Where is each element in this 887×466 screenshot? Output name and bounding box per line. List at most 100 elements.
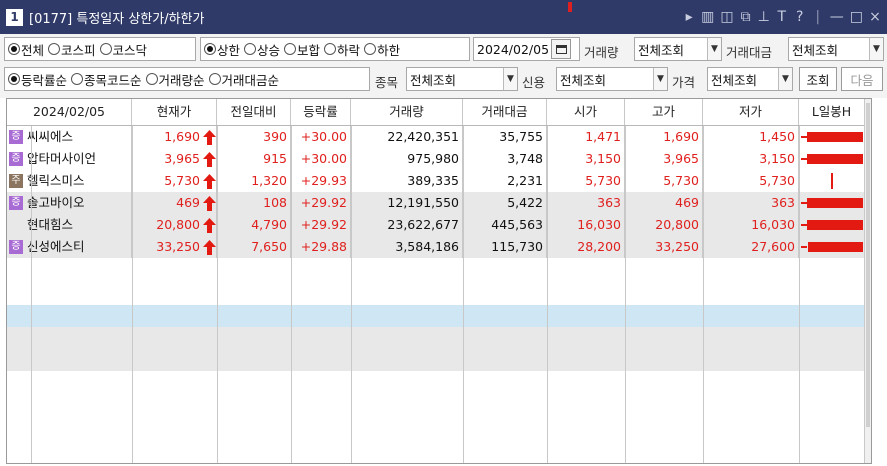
price-select[interactable]: 전체조회 ▼ — [707, 67, 793, 91]
col-header-name[interactable]: 2024/02/05 — [7, 99, 132, 125]
stock-select[interactable]: 전체조회 ▼ — [406, 67, 518, 91]
cell-rate: +29.92 — [291, 192, 351, 214]
col-header-low[interactable]: 저가 — [703, 99, 799, 125]
screen-icon[interactable]: ▥ — [701, 9, 714, 25]
col-header-amount[interactable]: 거래대금 — [463, 99, 547, 125]
maximize-icon[interactable]: □ — [850, 9, 863, 25]
volume-value: 389,335 — [407, 173, 459, 188]
amount-label: 거래대금 — [726, 45, 773, 60]
title-red-marker — [568, 2, 572, 12]
col-header-open[interactable]: 시가 — [547, 99, 625, 125]
empty-row[interactable] — [7, 371, 865, 393]
radio-lower-limit[interactable]: 하한 — [364, 40, 400, 59]
high-value: 33,250 — [655, 239, 699, 254]
radio-rise[interactable]: 상승 — [244, 40, 280, 59]
col-header-price[interactable]: 현재가 — [132, 99, 217, 125]
table-row[interactable]: 증 솔고바이오 469 108 +29.92 12,191,550 5,422 363 469 3… — [7, 192, 865, 214]
col-divider — [31, 126, 32, 463]
chevron-down-icon[interactable]: ▼ — [778, 68, 792, 90]
radio-dot[interactable] — [8, 73, 20, 85]
pin-icon[interactable]: ⊥ — [758, 9, 770, 25]
stock-name[interactable]: 솔고바이오 — [27, 192, 85, 214]
open-value: 1,471 — [585, 129, 621, 144]
empty-row[interactable] — [7, 327, 865, 371]
credit-select[interactable]: 전체조회 ▼ — [556, 67, 668, 91]
selected-empty-row[interactable] — [7, 305, 865, 327]
scrollbar-thumb[interactable] — [866, 103, 870, 427]
radio-dot[interactable] — [71, 73, 84, 85]
radio-dot[interactable] — [8, 43, 20, 55]
rate-value: +29.92 — [300, 217, 347, 232]
low-value: 363 — [771, 195, 795, 210]
table-row[interactable]: 증 신성에스티 33,250 7,650 +29.88 3,584,186 115,730 2… — [7, 236, 865, 258]
stock-name[interactable]: 압타머사이언 — [27, 148, 96, 170]
empty-row[interactable] — [7, 393, 865, 415]
radio-dot[interactable] — [48, 43, 61, 55]
high-value: 1,690 — [663, 129, 699, 144]
radio-dot[interactable] — [244, 43, 257, 55]
minimize-icon[interactable]: — — [830, 9, 844, 25]
stock-name[interactable]: 씨씨에스 — [27, 126, 73, 148]
radio-dot[interactable] — [364, 43, 377, 55]
stock-name[interactable]: 헬릭스미스 — [27, 170, 85, 192]
volume-select[interactable]: 전체조회 ▼ — [634, 37, 722, 61]
table-row[interactable]: 현대힘스 20,800 4,790 +29.92 23,622,677 445,563 16… — [7, 214, 865, 236]
stock-name[interactable]: 신성에스티 — [27, 236, 85, 258]
table-row[interactable]: 증 압타머사이언 3,965 915 +30.00 975,980 3,748 3,150 3,… — [7, 148, 865, 170]
next-button[interactable]: 다음 — [841, 67, 883, 91]
col-header-volume[interactable]: 거래량 — [351, 99, 463, 125]
col-header-rate[interactable]: 등락률 — [291, 99, 351, 125]
radio-dot[interactable] — [204, 43, 216, 55]
duplicate-window-icon[interactable]: ⧉ — [740, 9, 752, 25]
cell-low: 1,450 — [703, 126, 799, 148]
stock-name[interactable]: 현대힘스 — [27, 214, 73, 236]
radio-upper-limit[interactable]: 상한 — [204, 40, 240, 59]
radio-sort-volume[interactable]: 거래량순 — [145, 70, 205, 89]
cell-volume: 23,622,677 — [351, 214, 463, 236]
radio-market-kospi[interactable]: 코스피 — [48, 40, 96, 59]
candle-cell — [799, 192, 865, 214]
date-input[interactable]: 2024/02/05 — [473, 37, 580, 61]
cell-low: 27,600 — [703, 236, 799, 258]
col-divider — [703, 126, 704, 463]
close-icon[interactable]: × — [869, 9, 881, 25]
col-header-change[interactable]: 전일대비 — [217, 99, 291, 125]
search-button[interactable]: 조회 — [799, 67, 837, 91]
window-number-badge[interactable]: 1 — [6, 8, 23, 26]
play-icon[interactable]: ▸ — [683, 9, 695, 25]
chevron-down-icon[interactable]: ▼ — [869, 38, 883, 60]
radio-market-all[interactable]: 전체 — [8, 40, 44, 59]
radio-sort-rate[interactable]: 등락률순 — [8, 70, 67, 89]
cell-rate: +29.92 — [291, 214, 351, 236]
radio-dot[interactable] — [99, 43, 112, 55]
radio-flat[interactable]: 보합 — [284, 40, 320, 59]
low-value: 27,600 — [751, 239, 795, 254]
cell-price: 20,800 — [132, 214, 217, 236]
amount-select[interactable]: 전체조회 ▼ — [788, 37, 884, 61]
help-icon[interactable]: ? — [794, 9, 806, 25]
table-row[interactable]: 증 씨씨에스 1,690 390 +30.00 22,420,351 35,755 1,471… — [7, 126, 865, 148]
empty-row[interactable] — [7, 280, 865, 302]
radio-dot[interactable] — [208, 73, 221, 85]
font-size-icon[interactable]: T — [776, 9, 788, 25]
col-header-high[interactable]: 고가 — [625, 99, 703, 125]
radio-sort-amount[interactable]: 거래대금순 — [208, 70, 279, 89]
calendar-icon[interactable] — [551, 39, 572, 59]
chevron-down-icon[interactable]: ▼ — [653, 68, 667, 90]
chevron-down-icon[interactable]: ▼ — [707, 38, 721, 60]
radio-dot[interactable] — [324, 43, 337, 55]
vertical-scrollbar[interactable] — [864, 99, 871, 463]
layout-icon[interactable]: ◫ — [720, 9, 733, 25]
change-value: 108 — [263, 195, 287, 210]
cell-change: 4,790 — [217, 214, 291, 236]
radio-fall[interactable]: 하락 — [324, 40, 360, 59]
radio-market-kosdaq[interactable]: 코스닥 — [99, 40, 147, 59]
table-row[interactable]: 주 헬릭스미스 5,730 1,320 +29.93 389,335 2,231 5,730 5… — [7, 170, 865, 192]
low-value: 3,150 — [759, 151, 795, 166]
chevron-down-icon[interactable]: ▼ — [503, 68, 517, 90]
radio-dot[interactable] — [145, 73, 158, 85]
radio-dot[interactable] — [284, 43, 297, 55]
col-header-candle[interactable]: L일봉H — [799, 99, 865, 125]
empty-row[interactable] — [7, 258, 865, 280]
radio-sort-code[interactable]: 종목코드순 — [71, 70, 142, 89]
